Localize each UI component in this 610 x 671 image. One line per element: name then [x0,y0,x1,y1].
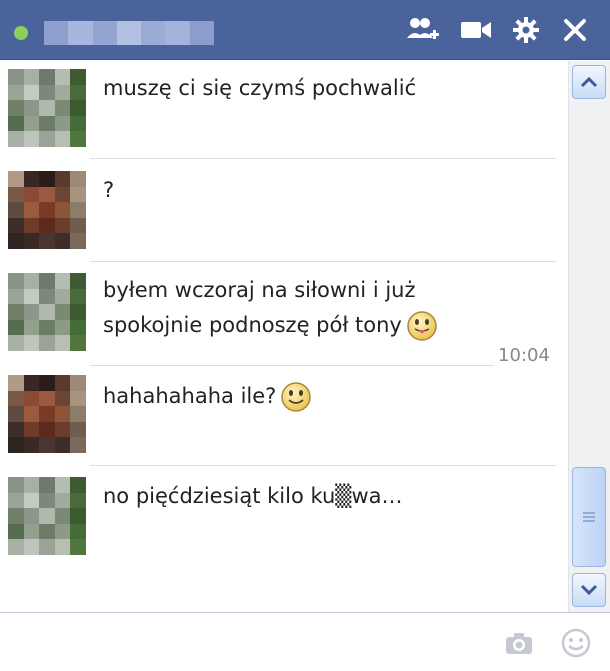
message-divider [90,365,494,366]
scroll-thumb[interactable] [572,467,606,567]
message-row: muszę ci się czymś pochwalić [0,61,568,161]
emoji-picker-icon[interactable] [557,625,595,661]
avatar[interactable] [8,69,86,147]
online-status-dot [14,26,28,40]
message-input[interactable] [6,621,486,661]
video-call-icon[interactable] [459,14,493,46]
camera-icon[interactable] [500,625,538,661]
message-row: no pięćdziesiąt kilo ku▒wa… [0,467,568,567]
message-row: byłem wczoraj na siłowni i już spokojnie… [0,263,568,367]
message-text: ? [103,178,115,202]
add-friends-icon[interactable] [406,14,440,46]
smiley-icon [280,381,312,413]
scroll-down-button[interactable] [572,573,606,607]
message-text: no pięćdziesiąt kilo ku▒wa… [103,484,403,508]
avatar[interactable] [8,273,86,351]
scrollbar[interactable] [568,61,610,612]
avatar[interactable] [8,171,86,249]
message-row: hahahahaha ile? [0,367,568,467]
message-divider [90,261,556,262]
scroll-up-button[interactable] [572,65,606,99]
message-text: hahahahaha ile? [103,379,483,414]
message-divider [90,158,556,159]
gear-icon[interactable] [509,14,543,46]
message-divider [90,465,556,466]
message-timestamp: 10:04 [498,345,550,366]
message-list[interactable]: muszę ci się czymś pochwalić ? byłem wcz… [0,61,568,612]
avatar[interactable] [8,477,86,555]
tongue-smiley-icon [406,310,438,342]
avatar[interactable] [8,375,86,453]
message-text: byłem wczoraj na siłowni i już spokojnie… [103,273,483,343]
message-composer [0,612,610,671]
contact-name-blurred[interactable] [44,21,214,45]
message-row: ? [0,161,568,261]
message-text: muszę ci się czymś pochwalić [103,76,417,100]
close-icon[interactable] [558,14,592,46]
chat-header [0,0,610,60]
